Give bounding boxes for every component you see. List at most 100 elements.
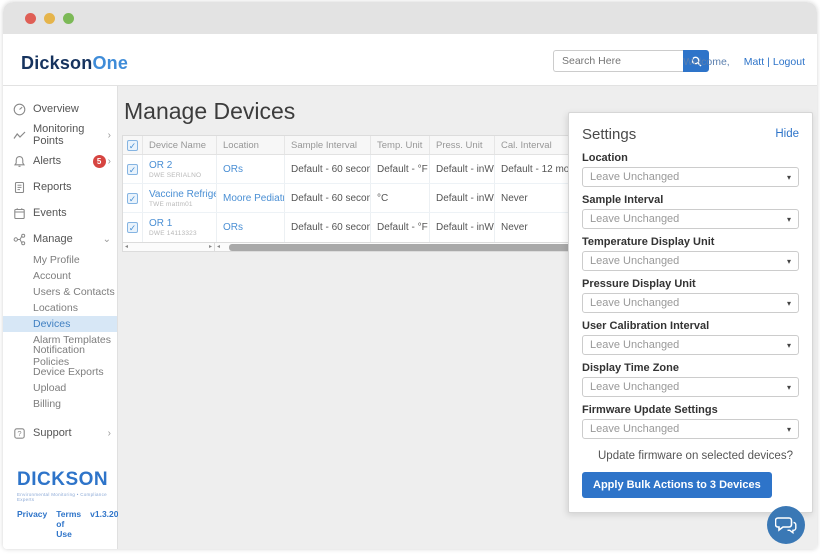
sidebar-item-support[interactable]: ? Support ›	[3, 420, 117, 446]
field-pressure-display-unit: Pressure Display Unit Leave Unchanged▾	[582, 278, 799, 313]
subitem-label: Billing	[33, 398, 61, 410]
device-name-link[interactable]: OR 1	[149, 218, 216, 229]
sidebar-item-reports[interactable]: Reports	[3, 174, 117, 200]
question-icon: ?	[13, 427, 26, 440]
search-input[interactable]	[553, 50, 683, 72]
settings-panel: Settings Hide Location Leave Unchanged▾ …	[568, 112, 813, 513]
caret-down-icon: ▾	[787, 215, 791, 224]
column-header-press-unit: Press. Unit	[430, 136, 495, 154]
subitem-label: Account	[33, 270, 71, 282]
sidebar-subitem-device-exports[interactable]: Device Exports	[3, 364, 117, 380]
select-all-checkbox[interactable]: ✓	[127, 140, 138, 151]
temp-unit-value: Default - °F	[371, 213, 430, 242]
chart-icon	[13, 129, 26, 142]
column-header-temp-unit: Temp. Unit	[371, 136, 430, 154]
location-link[interactable]: Moore Pediatrics	[223, 193, 284, 204]
sidebar-subitem-account[interactable]: Account	[3, 268, 117, 284]
scroll-right-arrow[interactable]: ▸	[209, 244, 212, 251]
sidebar-item-monitoring-points[interactable]: Monitoring Points ›	[3, 122, 117, 148]
scroll-left-arrow[interactable]: ◂	[125, 244, 128, 251]
chevron-right-icon: ›	[108, 156, 111, 167]
bell-icon	[13, 155, 26, 168]
calendar-icon	[13, 207, 26, 220]
sidebar-subitem-my-profile[interactable]: My Profile	[3, 252, 117, 268]
chevron-down-icon: ⌄	[103, 234, 111, 245]
svg-text:?: ?	[17, 429, 21, 438]
hide-panel-link[interactable]: Hide	[775, 128, 799, 140]
logo-part1: Dickson	[21, 53, 92, 73]
table-row: ✓ Vaccine RefrigeratorTWE mattm01 Moore …	[123, 184, 631, 213]
field-location: Location Leave Unchanged▾	[582, 152, 799, 187]
location-link[interactable]: ORs	[223, 222, 284, 233]
sidebar-footer: DICKSON Environmental Monitoring • Compl…	[3, 469, 117, 549]
field-sample-interval: Sample Interval Leave Unchanged▾	[582, 194, 799, 229]
press-unit-value: Default - inWC	[430, 184, 495, 212]
branch-icon	[13, 233, 26, 246]
caret-down-icon: ▾	[787, 383, 791, 392]
subitem-label: Locations	[33, 302, 78, 314]
chat-bubbles-icon	[775, 515, 797, 535]
device-name-link[interactable]: OR 2	[149, 160, 216, 171]
row-checkbox[interactable]: ✓	[127, 164, 138, 175]
field-label: Firmware Update Settings	[582, 404, 799, 416]
field-display-time-zone: Display Time Zone Leave Unchanged▾	[582, 362, 799, 397]
device-serial: DWE SERIALNO	[149, 172, 216, 179]
maximize-window-button[interactable]	[63, 13, 74, 24]
field-firmware-update-settings: Firmware Update Settings Leave Unchanged…	[582, 404, 799, 439]
user-name-link[interactable]: Matt	[744, 56, 764, 68]
settings-panel-title: Settings	[582, 126, 636, 143]
scroll-left-arrow[interactable]: ◂	[217, 244, 220, 251]
temperature-unit-select[interactable]: Leave Unchanged ▾	[582, 251, 799, 271]
field-temperature-display-unit: Temperature Display Unit Leave Unchanged…	[582, 236, 799, 271]
select-value: Leave Unchanged	[590, 297, 679, 309]
browser-chrome	[3, 2, 817, 34]
privacy-link[interactable]: Privacy	[17, 509, 47, 539]
sidebar-item-events[interactable]: Events	[3, 200, 117, 226]
caret-down-icon: ▾	[787, 173, 791, 182]
field-label: Location	[582, 152, 799, 164]
row-checkbox[interactable]: ✓	[127, 222, 138, 233]
calibration-interval-select[interactable]: Leave Unchanged▾	[582, 335, 799, 355]
firmware-update-select[interactable]: Leave Unchanged▾	[582, 419, 799, 439]
sample-interval-value: Default - 60 seconds	[285, 213, 371, 242]
sidebar-item-label: Overview	[33, 103, 79, 115]
logout-link[interactable]: Logout	[773, 56, 805, 68]
field-user-calibration-interval: User Calibration Interval Leave Unchange…	[582, 320, 799, 355]
sidebar-item-label: Support	[33, 427, 72, 439]
subitem-label: Users & Contacts	[33, 286, 115, 298]
caret-down-icon: ▾	[787, 257, 791, 266]
location-select[interactable]: Leave Unchanged▾	[582, 167, 799, 187]
table-row: ✓ OR 2DWE SERIALNO ORs Default - 60 seco…	[123, 155, 631, 184]
temp-unit-value: Default - °F	[371, 155, 430, 183]
apply-bulk-actions-button[interactable]: Apply Bulk Actions to 3 Devices	[582, 472, 772, 498]
chevron-right-icon: ›	[108, 428, 111, 439]
sidebar-subitem-devices[interactable]: Devices	[3, 316, 117, 332]
pressure-unit-select[interactable]: Leave Unchanged▾	[582, 293, 799, 313]
sidebar: Overview Monitoring Points › Alerts 5 › …	[3, 86, 118, 549]
sidebar-item-label: Manage	[33, 233, 73, 245]
location-link[interactable]: ORs	[223, 164, 284, 175]
time-zone-select[interactable]: Leave Unchanged▾	[582, 377, 799, 397]
close-window-button[interactable]	[25, 13, 36, 24]
dickson-tagline: Environmental Monitoring • Compliance Ex…	[17, 492, 117, 502]
sidebar-item-overview[interactable]: Overview	[3, 96, 117, 122]
sidebar-item-manage[interactable]: Manage ⌄	[3, 226, 117, 252]
minimize-window-button[interactable]	[44, 13, 55, 24]
table-row: ✓ OR 1DWE 14113323 ORs Default - 60 seco…	[123, 213, 631, 242]
sidebar-subitem-billing[interactable]: Billing	[3, 396, 117, 412]
select-value: Leave Unchanged	[590, 255, 679, 267]
sidebar-item-alerts[interactable]: Alerts 5 ›	[3, 148, 117, 174]
row-checkbox[interactable]: ✓	[127, 193, 138, 204]
sidebar-subitem-notification-policies[interactable]: Notification Policies	[3, 348, 117, 364]
sidebar-subitem-upload[interactable]: Upload	[3, 380, 117, 396]
press-unit-value: Default - inWC	[430, 213, 495, 242]
chat-button[interactable]	[767, 506, 805, 544]
link-separator: |	[767, 56, 770, 68]
sidebar-subitem-users-contacts[interactable]: Users & Contacts	[3, 284, 117, 300]
frozen-column-scrollbar: ◂ ▸	[123, 243, 215, 251]
terms-link[interactable]: Terms of Use	[56, 509, 81, 539]
subitem-label: My Profile	[33, 254, 80, 266]
sample-interval-select[interactable]: Leave Unchanged▾	[582, 209, 799, 229]
sidebar-subitem-locations[interactable]: Locations	[3, 300, 117, 316]
device-name-link[interactable]: Vaccine Refrigerator	[149, 189, 216, 200]
